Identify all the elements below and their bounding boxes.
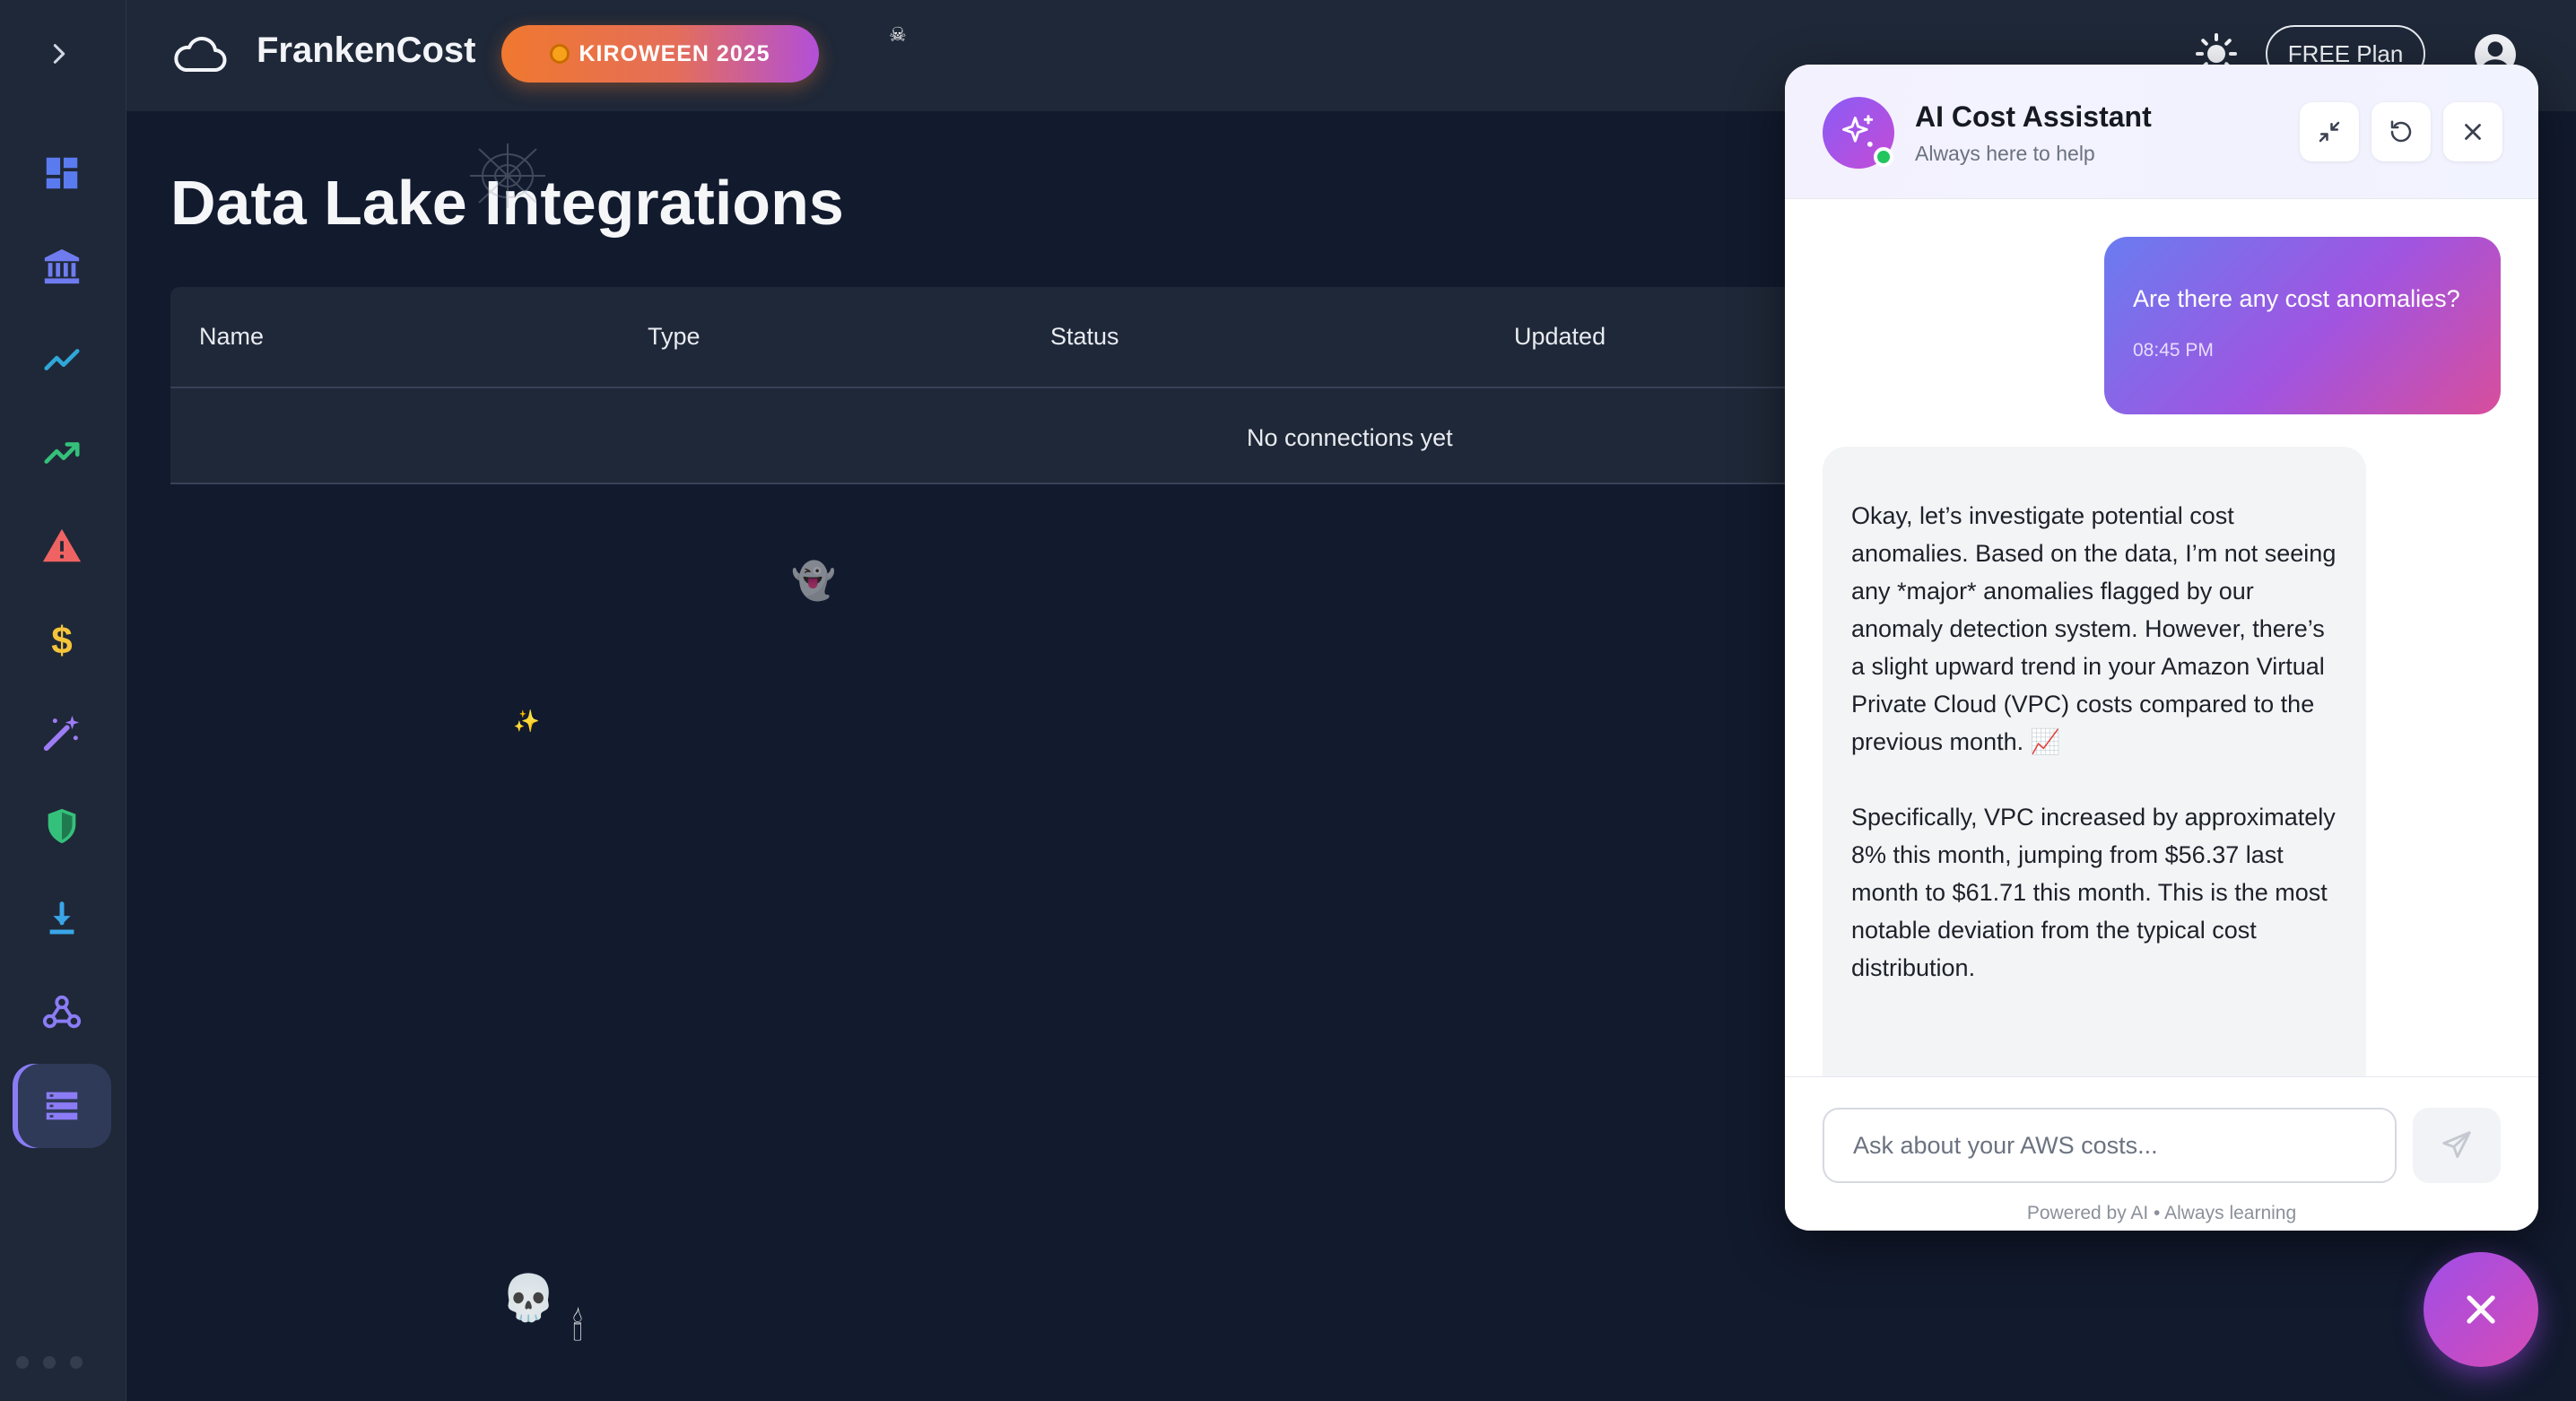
sidebar-item-webhooks[interactable]	[13, 970, 111, 1055]
assistant-message-paragraph: Okay, let’s investigate potential cost a…	[1851, 502, 2337, 755]
sidebar: $	[0, 0, 126, 1401]
shield-icon	[48, 808, 76, 844]
close-icon	[2465, 124, 2481, 140]
sidebar-item-optimize[interactable]	[13, 691, 111, 775]
reset-chat-button[interactable]	[2371, 102, 2431, 161]
sidebar-item-accounts[interactable]	[13, 224, 111, 309]
sidebar-item-forecast[interactable]	[13, 411, 111, 495]
table-header: Name Type Status Updated	[170, 287, 2054, 388]
send-message-button[interactable]	[2413, 1108, 2501, 1183]
minimize-icon	[2319, 121, 2340, 143]
chat-footer: Powered by AI • Always learning	[1785, 1076, 2538, 1231]
chat-subtitle: Always here to help	[1915, 142, 2095, 165]
close-chat-button[interactable]	[2443, 102, 2502, 161]
toggle-assistant-button[interactable]	[2424, 1252, 2538, 1367]
user-message: Are there any cost anomalies? 08:45 PM	[2104, 237, 2501, 414]
event-badge[interactable]: KIROWEEN 2025	[501, 25, 819, 83]
webhook-icon	[42, 995, 82, 1029]
empty-state-text: No connections yet	[1247, 424, 1453, 451]
chat-messages[interactable]: Are there any cost anomalies? 08:45 PM O…	[1785, 199, 2538, 1076]
trending-up-icon	[44, 442, 80, 464]
spider-web-icon	[470, 144, 545, 208]
sparkle-icon: ✨	[513, 709, 540, 734]
sidebar-item-costs[interactable]: $	[13, 597, 111, 682]
magic-wand-icon	[43, 715, 80, 752]
chat-title: AI Cost Assistant	[1915, 100, 2152, 133]
ai-assistant-panel: AI Cost Assistant Always here to help Ar…	[1785, 65, 2538, 1231]
sidebar-item-data-lake[interactable]	[13, 1064, 111, 1148]
chat-input[interactable]	[1823, 1108, 2397, 1183]
sidebar-item-trends[interactable]	[13, 318, 111, 402]
refresh-icon	[2390, 120, 2412, 143]
column-header-type[interactable]: Type	[648, 323, 701, 351]
brand-name: FrankenCost	[257, 30, 476, 70]
line-chart-icon	[44, 349, 80, 370]
assistant-message: Okay, let’s investigate potential cost a…	[1823, 447, 2366, 1076]
event-badge-label: KIROWEEN 2025	[579, 40, 770, 66]
dollar-icon: $	[51, 619, 72, 660]
skull-icon: 💀	[500, 1273, 557, 1323]
pumpkin-icon	[550, 44, 570, 64]
send-icon	[2442, 1131, 2471, 1159]
close-icon	[2467, 1295, 2495, 1324]
skull-crossbones-icon: ☠	[889, 23, 907, 46]
minimize-chat-button[interactable]	[2300, 102, 2359, 161]
candle-icon: 🕯	[572, 1306, 583, 1348]
sidebar-expand-button[interactable]	[43, 38, 75, 70]
database-icon	[46, 1092, 78, 1120]
ghost-icon: 👻	[791, 561, 836, 601]
column-header-status[interactable]: Status	[1050, 323, 1119, 351]
svg-text:$: $	[51, 619, 72, 660]
sidebar-item-anomalies[interactable]	[13, 504, 111, 588]
download-icon	[49, 901, 74, 935]
powered-by-text: Powered by AI • Always learning	[2026, 1203, 2297, 1223]
integrations-table: Name Type Status Updated No connections …	[170, 287, 2054, 484]
column-header-updated[interactable]: Updated	[1514, 323, 1606, 351]
warning-icon	[42, 528, 82, 562]
sparkles-icon	[1842, 115, 1874, 147]
chevron-right-icon	[53, 44, 65, 64]
grid-icon	[46, 157, 78, 189]
bank-icon	[44, 248, 80, 284]
sidebar-item-exports[interactable]	[13, 877, 111, 962]
cloud-icon	[174, 37, 227, 72]
chat-header: AI Cost Assistant Always here to help	[1785, 65, 2538, 199]
sidebar-item-security[interactable]	[13, 784, 111, 868]
column-header-name[interactable]: Name	[199, 323, 264, 351]
table-empty-row: No connections yet	[170, 388, 2054, 484]
sidebar-footer-dots	[16, 1356, 83, 1369]
sidebar-item-dashboard[interactable]	[13, 131, 111, 215]
message-timestamp: 08:45 PM	[2133, 340, 2214, 361]
user-message-text: Are there any cost anomalies?	[2133, 285, 2460, 312]
assistant-message-paragraph: Specifically, VPC increased by approxima…	[1851, 804, 2336, 981]
online-status-dot	[1874, 147, 1893, 167]
